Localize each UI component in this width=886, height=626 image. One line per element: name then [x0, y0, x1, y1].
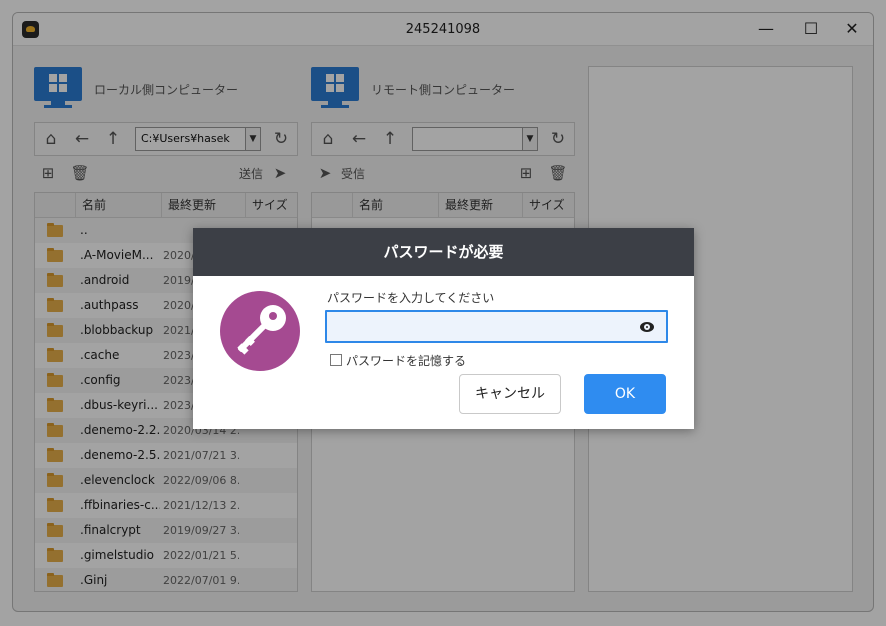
- ok-button[interactable]: OK: [584, 374, 666, 414]
- remember-password-label[interactable]: パスワードを記憶する: [346, 352, 466, 369]
- password-label: パスワードを入力してください: [327, 291, 495, 305]
- cancel-button[interactable]: キャンセル: [459, 374, 561, 414]
- remember-password-checkbox[interactable]: [330, 354, 342, 366]
- dialog-title: パスワードが必要: [193, 228, 694, 276]
- password-dialog: パスワードが必要 パスワードを入力してください パスワードを記憶する キャンセル…: [193, 228, 694, 429]
- key-icon: [220, 291, 300, 371]
- show-password-eye-icon[interactable]: [639, 319, 655, 335]
- password-input[interactable]: [325, 310, 668, 343]
